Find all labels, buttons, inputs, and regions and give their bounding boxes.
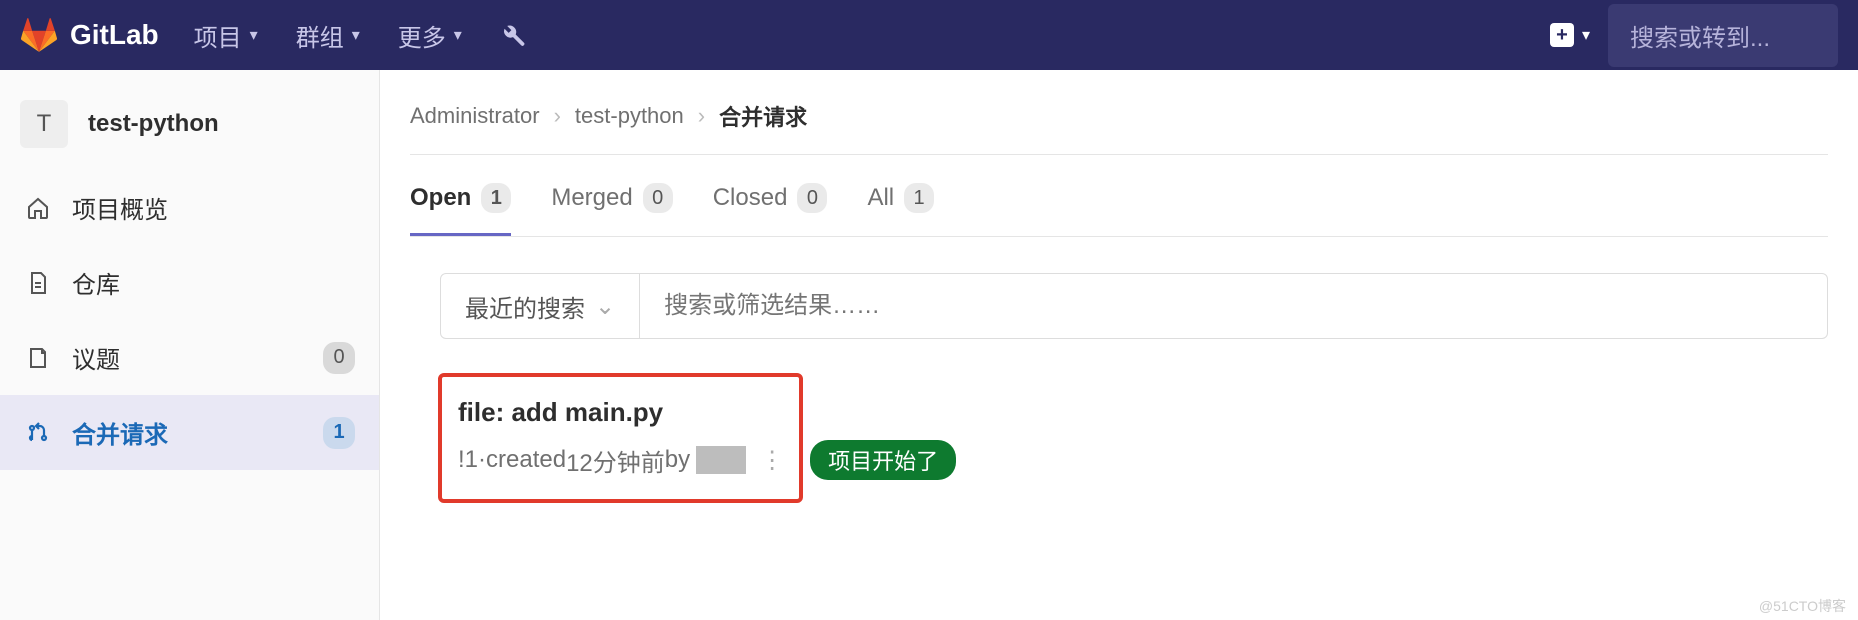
global-search[interactable]: 搜索或转到... [1608, 4, 1838, 67]
sidebar-item-label: 仓库 [72, 265, 120, 300]
mr-state-tabs: Open 1 Merged 0 Closed 0 All 1 [410, 183, 1828, 237]
dots-icon: ⋮ [760, 446, 784, 475]
author-redacted [696, 446, 746, 474]
tab-all[interactable]: All 1 [867, 183, 934, 236]
mr-label-badge[interactable]: 项目开始了 [810, 440, 956, 480]
chevron-down-icon: ⌄ [595, 292, 615, 321]
top-navbar: GitLab 项目 ▾ 群组 ▾ 更多 ▾ + ▾ 搜索或转到... [0, 0, 1858, 70]
tab-merged[interactable]: Merged 0 [551, 183, 672, 236]
chevron-down-icon: ▾ [1582, 25, 1590, 45]
home-icon [24, 196, 52, 220]
breadcrumb-link[interactable]: test-python [575, 103, 684, 129]
filter-bar: 最近的搜索 ⌄ [440, 273, 1828, 339]
navbar-menu: 项目 ▾ 群组 ▾ 更多 ▾ [194, 18, 564, 53]
merge-request-item[interactable]: file: add main.py !1 · created 12分钟前 by … [440, 373, 1828, 498]
sidebar-item-label: 项目概览 [72, 190, 168, 225]
mr-meta: !1 · created 12分钟前 by ⋮ 项目开始了 [458, 440, 1810, 480]
nav-groups[interactable]: 群组 ▾ [296, 18, 360, 53]
chevron-down-icon: ▾ [454, 25, 462, 45]
wrench-icon [500, 22, 526, 48]
chevron-down-icon: ▾ [250, 25, 258, 45]
sidebar-item-overview[interactable]: 项目概览 [0, 170, 379, 245]
mr-title[interactable]: file: add main.py [458, 391, 1810, 428]
project-name: test-python [88, 110, 219, 138]
watermark: @51CTO博客 [1759, 596, 1846, 616]
nav-admin-wrench[interactable] [500, 22, 526, 48]
sidebar-item-label: 合并请求 [72, 415, 168, 450]
merge-icon [24, 421, 52, 445]
project-avatar: T [20, 100, 68, 148]
project-header[interactable]: T test-python [0, 88, 379, 170]
breadcrumb-link[interactable]: Administrator [410, 103, 540, 129]
mr-time: 12分钟前 [566, 443, 665, 478]
count-badge: 0 [643, 183, 673, 213]
brand-text: GitLab [70, 19, 159, 51]
breadcrumb: Administrator › test-python › 合并请求 [410, 100, 1828, 155]
count-badge: 0 [797, 183, 827, 213]
tab-open[interactable]: Open 1 [410, 183, 511, 236]
file-icon [24, 271, 52, 295]
plus-icon: + [1550, 23, 1574, 47]
sidebar-item-issues[interactable]: 议题 0 [0, 320, 379, 395]
issues-count-badge: 0 [323, 342, 355, 374]
sidebar-item-repository[interactable]: 仓库 [0, 245, 379, 320]
mr-id: !1 [458, 446, 478, 474]
main-content: Administrator › test-python › 合并请求 Open … [380, 70, 1858, 620]
sidebar-item-label: 议题 [72, 340, 120, 375]
new-button[interactable]: + ▾ [1550, 23, 1590, 47]
tab-closed[interactable]: Closed 0 [713, 183, 828, 236]
count-badge: 1 [904, 183, 934, 213]
chevron-down-icon: ▾ [352, 25, 360, 45]
navbar-right: + ▾ 搜索或转到... [1550, 4, 1838, 67]
project-sidebar: T test-python 项目概览 仓库 议题 0 [0, 70, 380, 620]
sidebar-item-merge-requests[interactable]: 合并请求 1 [0, 395, 379, 470]
chevron-right-icon: › [698, 103, 705, 129]
breadcrumb-current: 合并请求 [719, 100, 807, 132]
count-badge: 1 [481, 183, 511, 213]
nav-more[interactable]: 更多 ▾ [398, 18, 462, 53]
doc-icon [24, 346, 52, 370]
mr-count-badge: 1 [323, 417, 355, 449]
nav-projects[interactable]: 项目 ▾ [194, 18, 258, 53]
tanuki-icon [20, 16, 58, 54]
gitlab-logo[interactable]: GitLab [20, 16, 159, 54]
chevron-right-icon: › [554, 103, 561, 129]
recent-searches-dropdown[interactable]: 最近的搜索 ⌄ [441, 274, 640, 338]
filter-search-input[interactable] [640, 274, 1827, 338]
